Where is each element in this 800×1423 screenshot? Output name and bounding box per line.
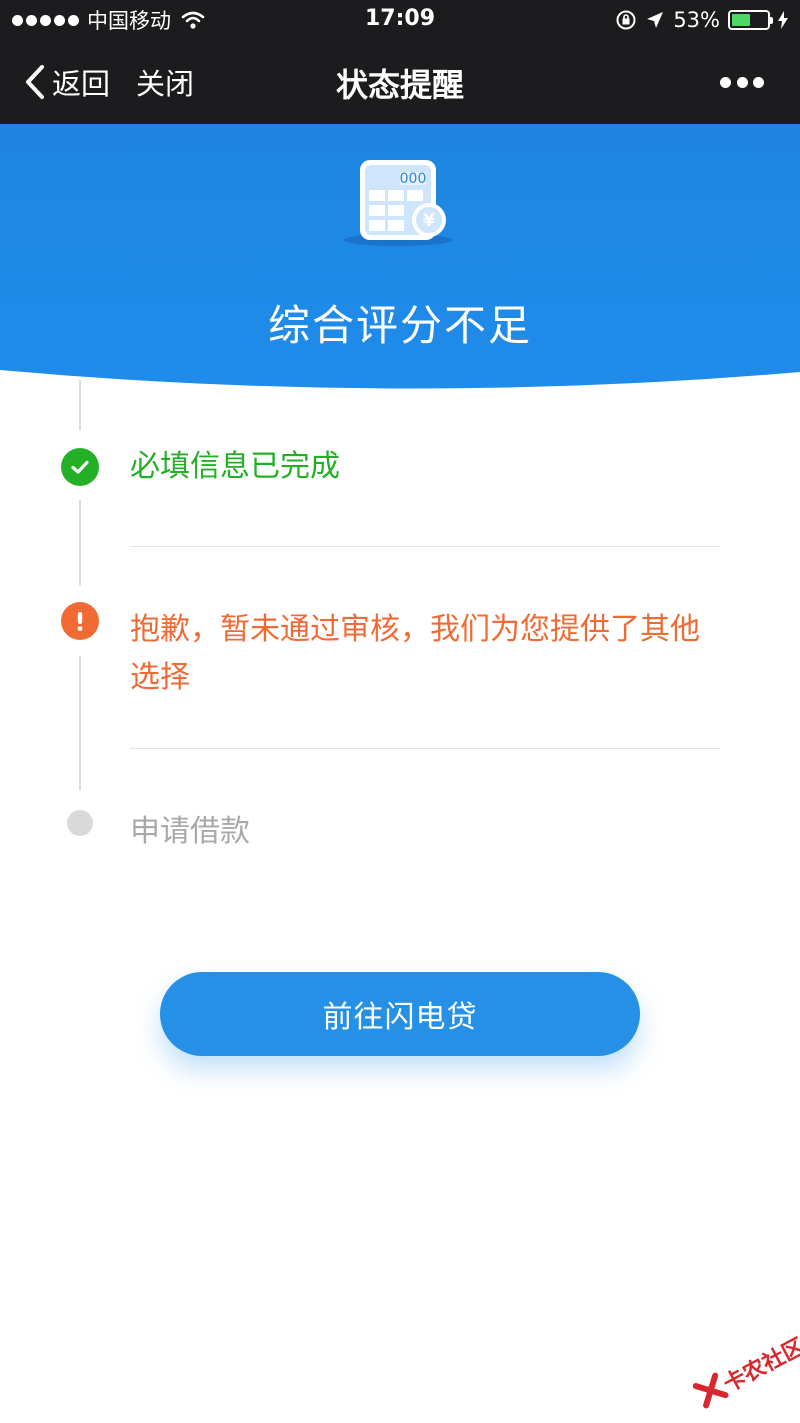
timeline-connector [79,380,81,430]
timeline-connector [79,500,81,586]
battery-percent: 53% [673,8,720,32]
charging-bolt-icon [778,11,788,29]
battery-icon [728,10,773,30]
divider [130,546,720,547]
forum-watermark: 卡农社区 [684,1325,800,1423]
status-right: 53% [615,6,788,34]
svg-text:¥: ¥ [423,211,435,231]
check-circle-icon [61,448,99,486]
page-title: 状态提醒 [335,66,464,104]
status-bar: 中国移动 17:09 53% [0,0,800,40]
watermark-text: 卡农社区 [719,1334,800,1398]
step-label: 申请借款 [130,814,250,849]
divider [130,748,720,749]
result-header: 000 ¥ 综合评分不足 [0,124,800,394]
step-label: 必填信息已完成 [130,449,340,484]
page: 中国移动 17:09 53% 返回 关闭 状态提醒 000 ¥ 综合评分不足 必… [0,0,800,1423]
dot-icon [67,810,93,836]
go-to-lightning-loan-button[interactable]: 前往闪电贷 [160,972,640,1056]
step-label: 抱歉，暂未通过审核，我们为您提供了其他选择 [130,612,700,695]
calculator-yen-icon: 000 ¥ [344,160,452,246]
timeline-connector [79,656,81,790]
svg-text:000: 000 [400,171,427,187]
nav-bar: 返回 关闭 状态提醒 [0,40,800,124]
location-arrow-icon [647,12,664,28]
orientation-lock-icon [616,10,636,30]
exclamation-circle-icon [61,602,99,640]
result-title: 综合评分不足 [267,301,532,350]
more-options-icon[interactable] [720,70,764,94]
